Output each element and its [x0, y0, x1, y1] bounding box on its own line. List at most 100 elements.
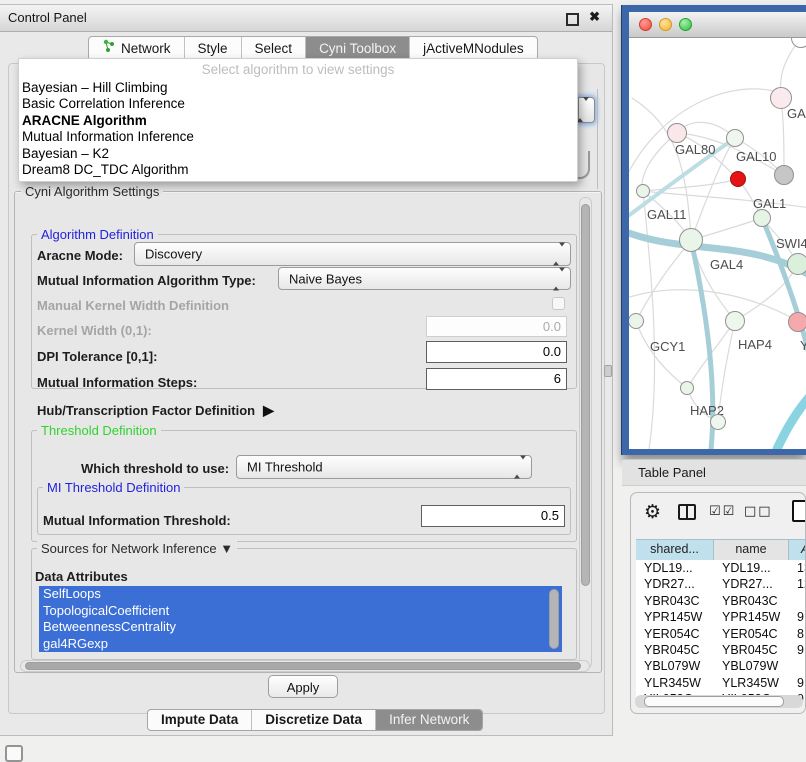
threshold-definition-title: Threshold Definition: [37, 423, 161, 438]
tab-infer-network[interactable]: Infer Network: [375, 710, 482, 730]
close-traffic-light-icon[interactable]: [639, 18, 652, 31]
table-row[interactable]: YDR27...YDR27...12: [636, 576, 806, 592]
settings-vertical-scrollbar[interactable]: [579, 197, 592, 669]
column-header-partial[interactable]: A: [789, 540, 806, 561]
table-body[interactable]: YDL19...YDL19...13YDR27...YDR27...12YBR0…: [636, 560, 806, 700]
aracne-mode-combobox[interactable]: Discovery: [134, 242, 571, 266]
tab-jactivemnodules[interactable]: jActiveMNodules: [409, 37, 537, 60]
tab-discretize-data[interactable]: Discretize Data: [251, 710, 375, 730]
dropdown-item-bayesian-hill-climbing[interactable]: Bayesian – Hill Climbing: [19, 80, 577, 96]
tab-impute-data[interactable]: Impute Data: [148, 710, 251, 730]
column-header-shared[interactable]: shared...: [636, 540, 714, 561]
table-cell: 9.: [789, 642, 806, 658]
aracne-mode-value: Discovery: [145, 247, 202, 262]
dropdown-item-aracne[interactable]: ARACNE Algorithm: [19, 113, 577, 129]
table-horizontal-scrollbar[interactable]: [635, 695, 803, 708]
mi-threshold-label: Mutual Information Threshold:: [43, 513, 231, 528]
sources-title: Sources for Network Inference: [41, 541, 217, 556]
table-row[interactable]: YBR043CYBR043C: [636, 593, 806, 609]
tab-network[interactable]: Network: [89, 37, 184, 60]
table-panel-card: ⚙ ☑☑ □□ shared... name A YDL19...YDL19..…: [630, 492, 806, 714]
collapse-down-icon: ▼: [220, 541, 233, 556]
table-cell: YPR145W: [714, 609, 789, 625]
network-node[interactable]: [710, 414, 726, 430]
dpi-tolerance-field[interactable]: 0.0: [426, 341, 567, 363]
minimize-traffic-light-icon[interactable]: [659, 18, 672, 31]
network-node-gal10[interactable]: [726, 129, 744, 147]
network-node[interactable]: [787, 253, 806, 275]
dropdown-item-mutual-information[interactable]: Mutual Information Inference: [19, 129, 577, 145]
table-row[interactable]: YDL19...YDL19...13: [636, 560, 806, 576]
network-node-hap4[interactable]: [725, 311, 745, 331]
settings-horizontal-scrollbar-thumb[interactable]: [25, 662, 581, 670]
which-threshold-label: Which threshold to use:: [81, 461, 229, 476]
algorithm-dropdown-list: Select algorithm to view settings Bayesi…: [18, 58, 578, 182]
network-node-gal4[interactable]: [679, 228, 703, 252]
panel-divider-handle[interactable]: [604, 365, 612, 377]
node-label: GAL80: [675, 142, 715, 157]
zoom-traffic-light-icon[interactable]: [679, 18, 692, 31]
hub-definition-label: Hub/Transcription Factor Definition: [37, 403, 255, 418]
spinner-arrows-icon: [553, 247, 565, 262]
table-cell: YBR043C: [714, 593, 789, 609]
network-node-y[interactable]: [788, 312, 806, 332]
mi-steps-field[interactable]: 6: [426, 368, 567, 390]
list-item-topologicalcoefficient[interactable]: TopologicalCoefficient: [39, 603, 562, 620]
column-layout-icon[interactable]: [678, 504, 696, 520]
table-cell: 9.: [789, 675, 806, 691]
select-all-checkboxes-icon[interactable]: ☑☑: [709, 504, 736, 519]
network-node[interactable]: [730, 171, 746, 187]
combobox-spinner-fragment[interactable]: [578, 97, 595, 123]
data-attributes-list[interactable]: SelfLoops TopologicalCoefficient Between…: [39, 586, 562, 652]
table-row[interactable]: YBL079WYBL079W: [636, 658, 806, 674]
table-cell: YER054C: [636, 626, 714, 642]
list-item-selfloops[interactable]: SelfLoops: [39, 586, 562, 603]
deselect-all-checkboxes-icon[interactable]: □□: [744, 504, 773, 519]
bottom-left-panel-icon[interactable]: [5, 745, 23, 762]
list-scrollbar-thumb[interactable]: [549, 589, 559, 649]
tab-style[interactable]: Style: [184, 37, 241, 60]
network-node-gal80[interactable]: [667, 123, 687, 143]
dropdown-item-dream8[interactable]: Dream8 DC_TDC Algorithm: [19, 162, 577, 178]
settings-vertical-scrollbar-thumb[interactable]: [581, 204, 590, 586]
gear-icon[interactable]: ⚙: [644, 501, 661, 523]
manual-kernel-width-checkbox[interactable]: [552, 297, 565, 310]
node-label: GAL: [787, 106, 806, 121]
document-icon[interactable]: [792, 500, 806, 522]
mi-threshold-field[interactable]: 0.5: [421, 505, 565, 527]
kernel-width-label: Kernel Width (0,1):: [37, 323, 152, 338]
settings-horizontal-scrollbar[interactable]: [20, 660, 590, 672]
aracne-mode-label: Aracne Mode:: [37, 248, 123, 263]
mi-algorithm-type-combobox[interactable]: Naive Bayes: [278, 267, 571, 290]
desktop: Control Panel ✖ Network Style: [0, 0, 806, 762]
network-window-titlebar[interactable]: [629, 12, 806, 38]
dropdown-item-bayesian-k2[interactable]: Bayesian – K2: [19, 146, 577, 162]
table-row[interactable]: YBR045CYBR045C9.: [636, 642, 806, 658]
table-row[interactable]: YER054CYER054C8.: [636, 626, 806, 642]
column-header-name[interactable]: name: [714, 540, 789, 561]
network-node-gal11[interactable]: [636, 184, 650, 198]
network-node-hap2[interactable]: [680, 381, 694, 395]
close-icon[interactable]: ✖: [589, 9, 600, 25]
kernel-width-field[interactable]: 0.0: [426, 316, 567, 337]
network-canvas[interactable]: GALGAL80GAL10GAL1GAL11GAL4GCY1HAP4YHAP2S…: [629, 38, 806, 449]
dropdown-item-basic-correlation[interactable]: Basic Correlation Inference: [19, 96, 577, 112]
tab-select[interactable]: Select: [241, 37, 306, 60]
table-cell: YLR345W: [714, 675, 789, 691]
hub-definition-toggle[interactable]: Hub/Transcription Factor Definition▶: [37, 402, 274, 419]
network-node[interactable]: [774, 165, 794, 185]
sources-toggle[interactable]: Sources for Network Inference ▼: [37, 541, 237, 556]
table-row[interactable]: YPR145WYPR145W9.: [636, 609, 806, 625]
tab-cyni-toolbox[interactable]: Cyni Toolbox: [305, 37, 409, 60]
list-item-gal4rgexp[interactable]: gal4RGexp: [39, 636, 562, 653]
apply-button[interactable]: Apply: [268, 675, 338, 698]
list-item-betweennesscentrality[interactable]: BetweennessCentrality: [39, 619, 562, 636]
table-horizontal-scrollbar-thumb[interactable]: [644, 696, 784, 707]
float-window-icon[interactable]: [566, 13, 579, 26]
network-node-gal1[interactable]: [753, 209, 771, 227]
groupbox-edge-fragment: [597, 89, 598, 189]
table-cell: [789, 658, 806, 674]
which-threshold-combobox[interactable]: MI Threshold: [236, 455, 532, 479]
table-cell: YBR045C: [636, 642, 714, 658]
table-row[interactable]: YLR345WYLR345W9.: [636, 675, 806, 691]
